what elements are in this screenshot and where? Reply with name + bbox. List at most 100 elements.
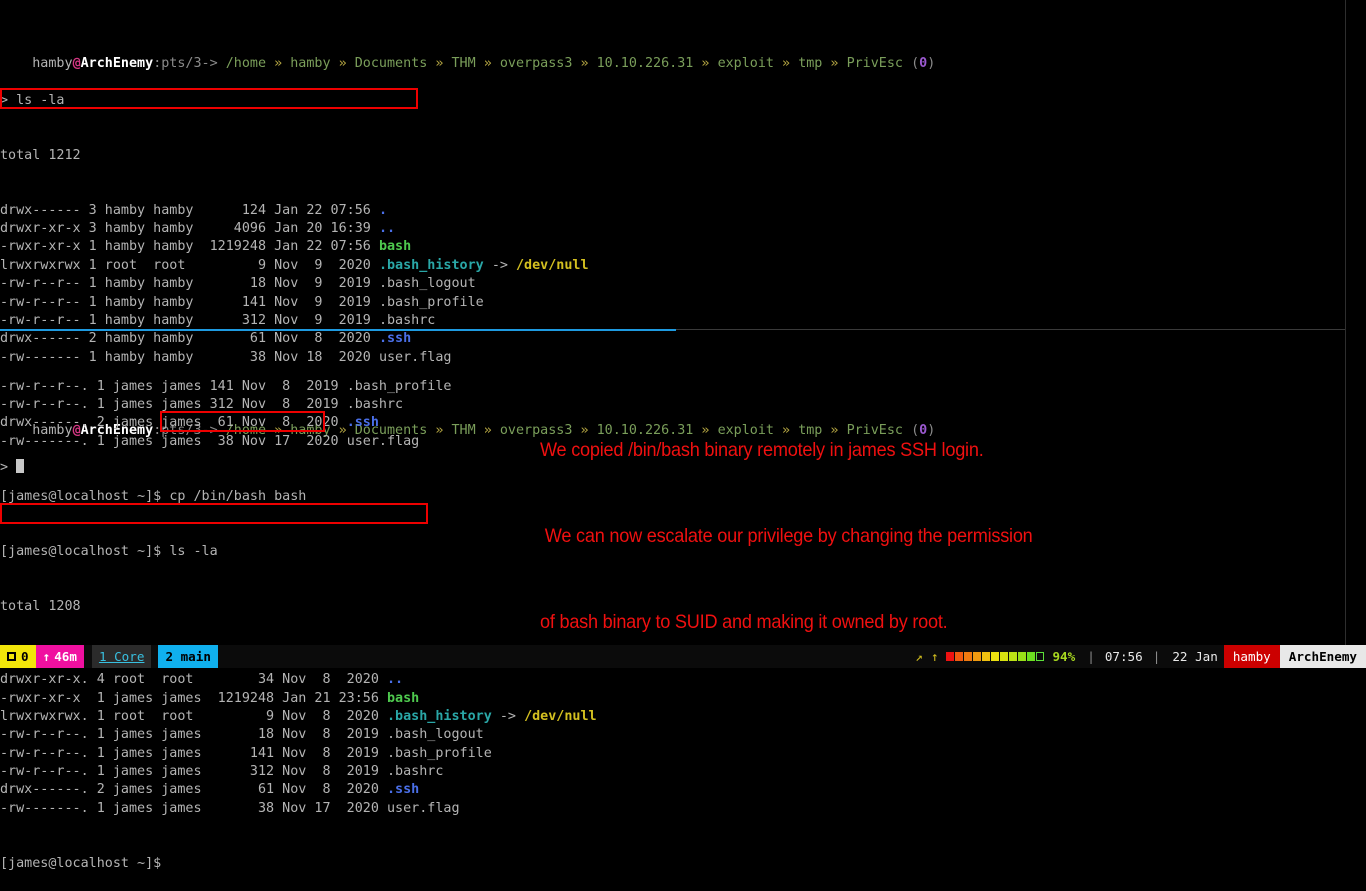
ls-row: drwxr-xr-x 3 hamby hamby 4096 Jan 20 16:…	[0, 220, 1345, 238]
row-month: Nov	[274, 782, 307, 798]
row-filename: .bash_logout	[378, 276, 476, 292]
row-filename: ..	[387, 672, 404, 688]
row-size: 18	[201, 727, 275, 743]
row-link-count: 1	[88, 763, 105, 779]
battery-cell-9	[1027, 652, 1036, 661]
divider-inactive-segment	[676, 329, 1345, 330]
battery-percent: 94%	[1052, 649, 1076, 664]
row-size: 312	[201, 397, 234, 413]
row-permissions: -rw-r--r--	[0, 276, 81, 292]
row-size: 34	[201, 672, 275, 688]
row-size: 124	[193, 202, 267, 218]
row-size: 9	[193, 257, 267, 273]
row-day: 17	[266, 433, 291, 449]
row-permissions: lrwxrwxrwx	[0, 257, 81, 273]
prompt-user: hamby	[32, 56, 73, 72]
row-permissions: -rwxr-xr-x	[0, 690, 89, 706]
row-day: 8	[306, 763, 331, 779]
row-owner: james	[104, 433, 154, 449]
ls-row: drwx------. 2 james james 61 Nov 8 2020 …	[0, 781, 1345, 799]
row-size: 4096	[193, 221, 267, 237]
row-filename: .bash_history	[387, 708, 492, 724]
status-network-arrows: ↗ ↑	[911, 645, 942, 668]
row-time: 2019	[322, 294, 371, 310]
row-time: 2019	[322, 276, 371, 292]
row-size: 312	[201, 763, 275, 779]
row-owner: root	[104, 708, 154, 724]
row-size: 141	[201, 378, 234, 394]
row-link-count: 1	[88, 800, 105, 816]
row-group: root	[153, 708, 202, 724]
scrollbar-track[interactable]	[1350, 0, 1366, 645]
ls-row: -rw-r--r-- 1 hamby hamby 141 Nov 9 2019 …	[0, 294, 1345, 312]
shell-prompt-2: [james@localhost ~]$	[0, 543, 162, 559]
cp-command-text: cp /bin/bash bash	[169, 488, 307, 504]
row-day: 20	[298, 221, 323, 237]
ls-command-text: ls -la	[169, 543, 218, 559]
row-filename: .ssh	[387, 782, 420, 798]
row-day: 8	[306, 727, 331, 743]
row-day: 8	[306, 782, 331, 798]
status-core-segment[interactable]: 1 Core	[91, 645, 152, 668]
row-month: Jan	[266, 221, 299, 237]
row-filename: bash	[387, 690, 420, 706]
row-size: 38	[201, 800, 275, 816]
status-hostname[interactable]: ArchEnemy	[1279, 645, 1366, 668]
prompt-line-upper-1: hamby@ArchEnemy:pts/3-> /home » hamby » …	[32, 56, 936, 72]
row-symlink-arrow: ->	[499, 708, 516, 724]
row-size: 141	[201, 745, 275, 761]
row-owner: james	[104, 800, 154, 816]
row-link-count: 3	[80, 221, 97, 237]
row-day: 8	[306, 672, 331, 688]
row-filename: .bash_profile	[346, 378, 452, 394]
final-prompt-line[interactable]: [james@localhost ~]$	[0, 855, 1345, 873]
row-owner: hamby	[96, 276, 146, 292]
row-link-count: 1	[88, 433, 105, 449]
row-time: 2020	[290, 415, 339, 431]
row-link-count: 1	[88, 727, 105, 743]
ls-row: -rw-r--r--. 1 james james 18 Nov 8 2019 …	[0, 726, 1345, 744]
row-month: Nov	[266, 276, 299, 292]
row-month: Nov	[266, 294, 299, 310]
status-notification-segment[interactable]: 0	[0, 645, 36, 668]
exit-code-value: 0	[919, 56, 928, 72]
prompt-path-7: tmp	[798, 56, 823, 72]
row-time: 23:56	[330, 690, 379, 706]
row-month: Nov	[266, 312, 299, 328]
row-permissions: -rw-------.	[0, 433, 89, 449]
pane-split-divider[interactable]	[0, 329, 1345, 331]
prompt-path-4: overpass3	[499, 56, 573, 72]
row-month: Nov	[274, 800, 307, 816]
row-owner: hamby	[96, 294, 146, 310]
uptime-value: 46m	[54, 649, 77, 664]
ls-row: -rw-r--r-- 1 hamby hamby 18 Nov 9 2019 .…	[0, 275, 1345, 293]
row-month: Nov	[274, 727, 307, 743]
row-group: james	[153, 763, 202, 779]
status-username[interactable]: hamby	[1223, 645, 1280, 668]
row-size: 312	[193, 312, 267, 328]
row-size: 18	[193, 276, 267, 292]
row-day: 8	[306, 708, 331, 724]
ls-row: -rw-r--r--. 1 james james 141 Nov 8 2019…	[0, 745, 1345, 763]
row-time: 2019	[330, 727, 379, 743]
row-day: 9	[298, 276, 323, 292]
row-permissions: -rw-r--r--.	[0, 397, 89, 413]
square-icon	[7, 652, 16, 661]
row-day: 9	[298, 257, 323, 273]
row-day: 8	[306, 745, 331, 761]
row-month: Jan	[266, 202, 299, 218]
ls-row: drwx------ 3 hamby hamby 124 Jan 22 07:5…	[0, 202, 1345, 220]
row-link-count: 1	[88, 690, 105, 706]
battery-cell-7	[1009, 652, 1018, 661]
status-uptime-segment[interactable]: ↑ 46m	[35, 645, 84, 668]
vertical-pane-divider	[1345, 0, 1346, 645]
row-link-count: 1	[88, 397, 105, 413]
status-branch-segment[interactable]: 2 main	[158, 645, 218, 668]
row-filename: ..	[378, 221, 396, 237]
row-group: james	[153, 433, 202, 449]
row-owner: james	[104, 397, 154, 413]
status-bar[interactable]: 0 ↑ 46m 1 Core 2 main ↗ ↑ 94% | 07:56 | …	[0, 645, 1366, 668]
row-day: 8	[266, 415, 291, 431]
row-group: hamby	[145, 221, 194, 237]
battery-cell-8	[1018, 652, 1027, 661]
